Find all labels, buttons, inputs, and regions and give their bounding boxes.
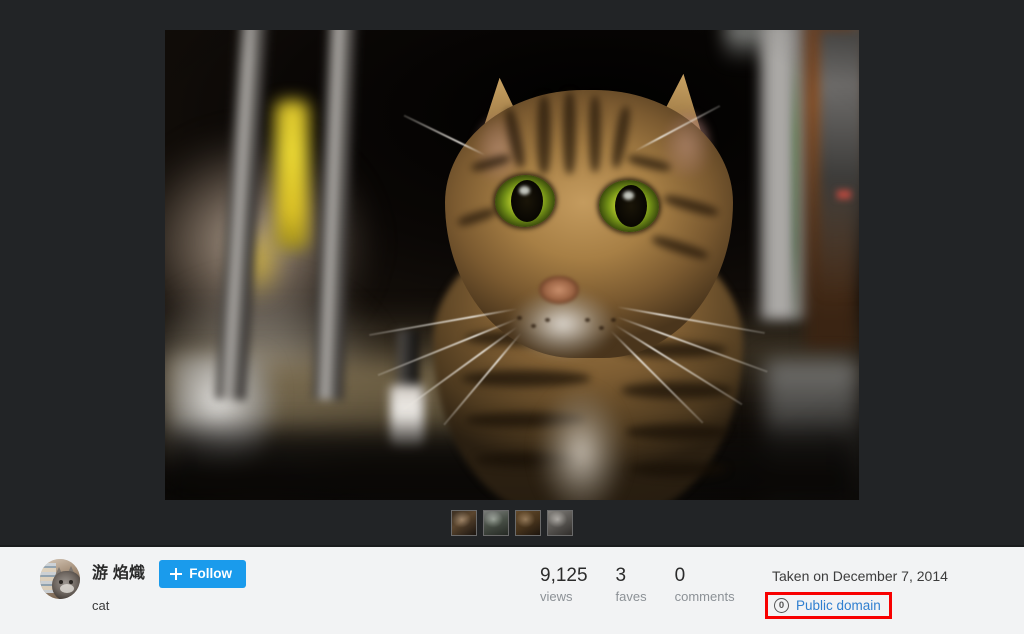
photo-info-bar: 游 焰熾 Follow cat 9,125 views 3 faves 0 [0,547,1024,634]
cc-zero-icon: 0 [774,598,789,613]
cc-zero-glyph: 0 [779,601,784,611]
stat-faves-value: 3 [616,565,647,587]
thumbnail-1[interactable] [451,510,477,536]
stat-comments-label: comments [675,589,735,604]
thumbnail-3[interactable] [515,510,541,536]
license-highlight: 0 Public domain [765,592,892,619]
thumbnail-strip[interactable] [0,509,1024,537]
author-meta: 游 焰熾 Follow cat [92,559,246,613]
author-block: 游 焰熾 Follow cat [40,559,246,613]
stat-views[interactable]: 9,125 views [540,565,588,604]
stat-faves[interactable]: 3 faves [616,565,647,604]
stat-comments-value: 0 [675,565,735,587]
photo-canvas [165,30,859,500]
photo-stage [0,0,1024,547]
stat-views-label: views [540,589,588,604]
author-name-row: 游 焰熾 Follow [92,560,246,588]
follow-button[interactable]: Follow [159,560,246,588]
stat-faves-label: faves [616,589,647,604]
stat-comments[interactable]: 0 comments [675,565,735,604]
capture-meta: Taken on December 7, 2014 [772,567,948,585]
thumbnail-4[interactable] [547,510,573,536]
thumbnail-2[interactable] [483,510,509,536]
license-link[interactable]: Public domain [796,598,881,613]
stats-group: 9,125 views 3 faves 0 comments [540,565,735,604]
main-photo[interactable] [165,30,859,500]
author-name[interactable]: 游 焰熾 [92,564,145,584]
stat-views-value: 9,125 [540,565,588,587]
photo-title[interactable]: cat [92,598,246,613]
photo-page: 游 焰熾 Follow cat 9,125 views 3 faves 0 [0,0,1024,634]
avatar[interactable] [40,559,80,599]
plus-icon [170,568,182,580]
taken-on-date: Taken on December 7, 2014 [772,567,948,585]
follow-button-label: Follow [189,566,232,582]
